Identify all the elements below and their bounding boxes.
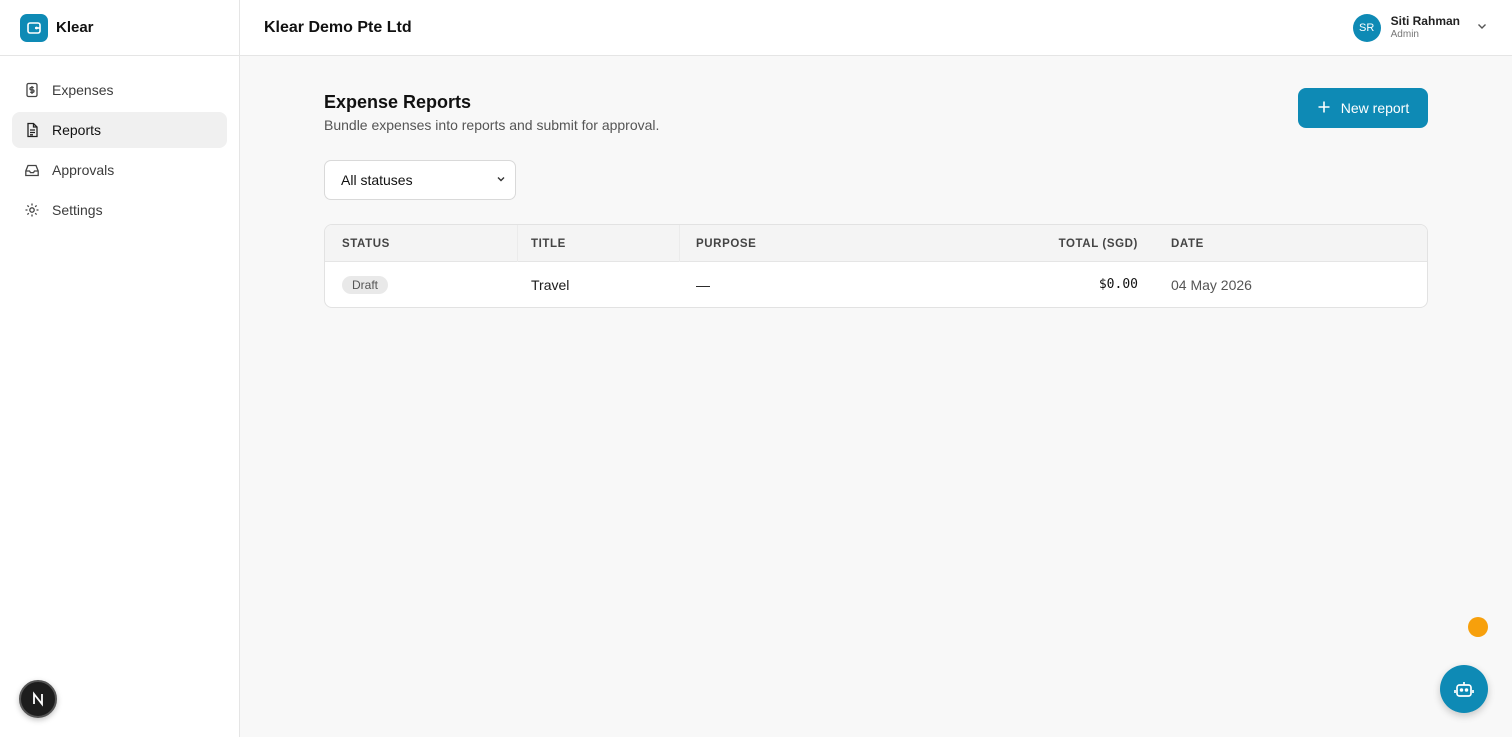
status-cell: Draft	[342, 262, 389, 307]
reports-table: STATUS TITLE PURPOSE TOTAL (SGD) DATE Dr…	[324, 224, 1428, 308]
assistant-button[interactable]	[1440, 665, 1488, 713]
user-info: Siti Rahman Admin	[1390, 13, 1460, 40]
avatar: SR	[1352, 13, 1381, 42]
dev-tools-button[interactable]	[19, 680, 57, 718]
sidebar-item-expenses[interactable]: Expenses	[12, 72, 227, 108]
table-header: STATUS TITLE PURPOSE TOTAL (SGD) DATE	[325, 225, 1427, 262]
notification-dot[interactable]	[1468, 617, 1488, 637]
status-filter-value: All statuses	[341, 172, 413, 188]
chevron-down-icon	[495, 172, 507, 188]
company-name: Klear Demo Pte Ltd	[264, 18, 412, 36]
column-divider	[679, 225, 680, 262]
sidebar-item-reports[interactable]: Reports	[12, 112, 227, 148]
table-row[interactable]: Draft Travel — $0.00 04 May 2026	[325, 262, 1427, 307]
plus-icon	[1317, 100, 1331, 117]
gear-icon	[24, 202, 40, 218]
status-badge: Draft	[342, 275, 389, 294]
sidebar-item-label: Settings	[52, 202, 103, 218]
sidebar-item-approvals[interactable]: Approvals	[12, 152, 227, 188]
n-logo-icon	[33, 691, 43, 707]
chevron-down-icon	[1476, 19, 1488, 37]
sidebar-item-label: Reports	[52, 122, 102, 138]
user-role: Admin	[1390, 28, 1419, 40]
robot-icon	[1454, 682, 1474, 697]
user-menu[interactable]: SR Siti Rahman Admin	[1352, 13, 1488, 42]
sidebar-item-settings[interactable]: Settings	[12, 192, 227, 228]
brand-name: Klear	[56, 19, 94, 36]
receipt-icon	[24, 82, 40, 98]
top-header: Klear Demo Pte Ltd SR Siti Rahman Admin	[240, 0, 1512, 56]
total-cell: $0.00	[1098, 277, 1138, 292]
column-divider	[517, 225, 518, 262]
title-cell: Travel	[531, 276, 570, 293]
sidebar-nav: Expenses Reports Approvals Settings	[0, 56, 239, 244]
column-header-status[interactable]: STATUS	[342, 225, 390, 262]
column-header-total[interactable]: TOTAL (SGD)	[1059, 225, 1138, 262]
wallet-icon	[20, 13, 48, 42]
column-header-date[interactable]: DATE	[1171, 225, 1204, 262]
new-report-label: New report	[1340, 100, 1410, 116]
document-icon	[24, 122, 40, 138]
sidebar: Klear Expenses Reports Approvals Setting…	[0, 0, 240, 737]
page-subtitle: Bundle expenses into reports and submit …	[324, 117, 660, 133]
status-filter-select[interactable]: All statuses	[324, 160, 516, 200]
brand[interactable]: Klear	[0, 0, 239, 56]
inbox-icon	[24, 162, 40, 178]
main-content: Expense Reports Bundle expenses into rep…	[324, 88, 1428, 308]
page-title: Expense Reports	[324, 92, 472, 112]
date-cell: 04 May 2026	[1171, 276, 1252, 293]
sidebar-item-label: Approvals	[52, 162, 115, 178]
purpose-cell: —	[696, 276, 710, 293]
new-report-button[interactable]: New report	[1298, 88, 1428, 128]
column-header-purpose[interactable]: PURPOSE	[696, 225, 756, 262]
user-name: Siti Rahman	[1390, 13, 1460, 28]
sidebar-item-label: Expenses	[52, 82, 114, 98]
column-header-title[interactable]: TITLE	[531, 225, 566, 262]
